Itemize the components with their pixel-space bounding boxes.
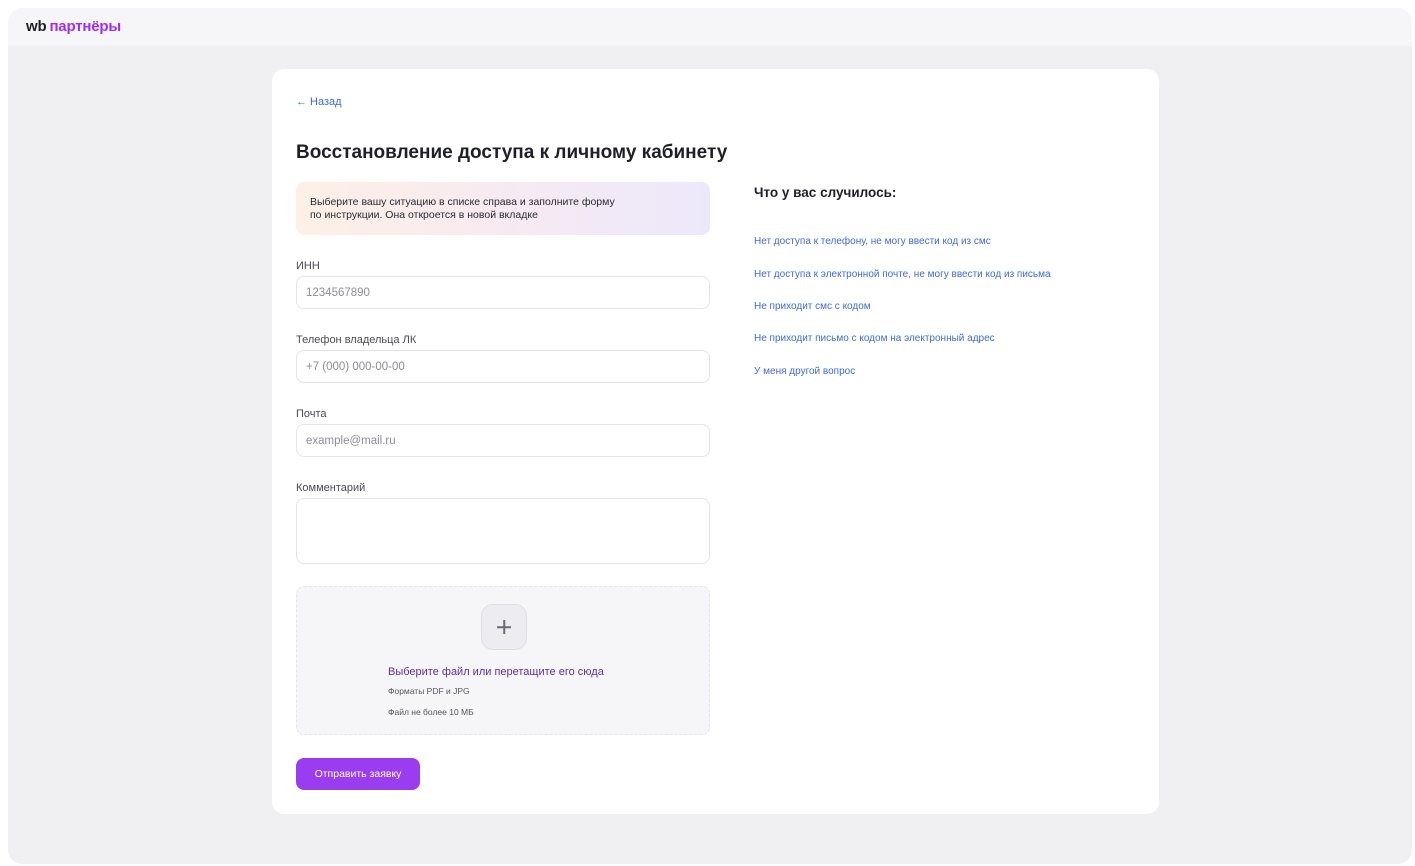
comment-label: Комментарий (296, 482, 366, 494)
upload-title[interactable]: Выберите файл или перетащите его сюда (388, 666, 604, 678)
phone-label: Телефон владельца ЛК (296, 334, 417, 346)
inn-input[interactable] (296, 276, 710, 309)
recovery-card: ← Назад Восстановление доступа к личному … (272, 69, 1159, 814)
inn-label: ИНН (296, 260, 320, 272)
situation-link-no-email[interactable]: Нет доступа к электронной почте, не могу… (754, 269, 1051, 280)
page-title: Восстановление доступа к личному кабинет… (296, 142, 728, 163)
plus-icon[interactable] (481, 604, 527, 650)
situation-link-no-email-code[interactable]: Не приходит письмо с кодом на электронны… (754, 333, 995, 344)
situations-title: Что у вас случилось: (754, 185, 897, 200)
upload-size-limit: Файл не более 10 МБ (388, 707, 474, 717)
file-upload-dropzone[interactable]: Выберите файл или перетащите его сюда Фо… (296, 586, 710, 735)
situation-link-no-sms[interactable]: Не приходит смс с кодом (754, 301, 871, 312)
logo-partners: партнёры (49, 18, 121, 35)
situation-link-no-phone[interactable]: Нет доступа к телефону, не могу ввести к… (754, 236, 991, 247)
info-banner: Выберите вашу ситуацию в списке справа и… (296, 182, 710, 235)
banner-line-2: по инструкции. Она откроется в новой вкл… (310, 209, 538, 221)
back-link[interactable]: ← Назад (296, 96, 342, 108)
situation-link-other[interactable]: У меня другой вопрос (754, 366, 855, 377)
email-label: Почта (296, 408, 327, 420)
app-frame: wb партнёры ← Назад Восстановление доступа… (8, 8, 1412, 864)
arrow-left-icon: ← (296, 96, 307, 108)
logo-wb: wb (26, 18, 47, 35)
email-input[interactable] (296, 424, 710, 457)
submit-request-button[interactable]: Отправить заявку (296, 758, 420, 790)
back-label: Назад (310, 96, 342, 108)
wb-partners-logo[interactable]: wb партнёры (26, 18, 121, 36)
phone-input[interactable] (296, 350, 710, 383)
comment-textarea[interactable] (296, 498, 710, 564)
banner-line-1: Выберите вашу ситуацию в списке справа и… (310, 196, 615, 208)
upload-formats: Форматы PDF и JPG (388, 686, 470, 696)
top-bar: wb партнёры (8, 8, 1412, 46)
